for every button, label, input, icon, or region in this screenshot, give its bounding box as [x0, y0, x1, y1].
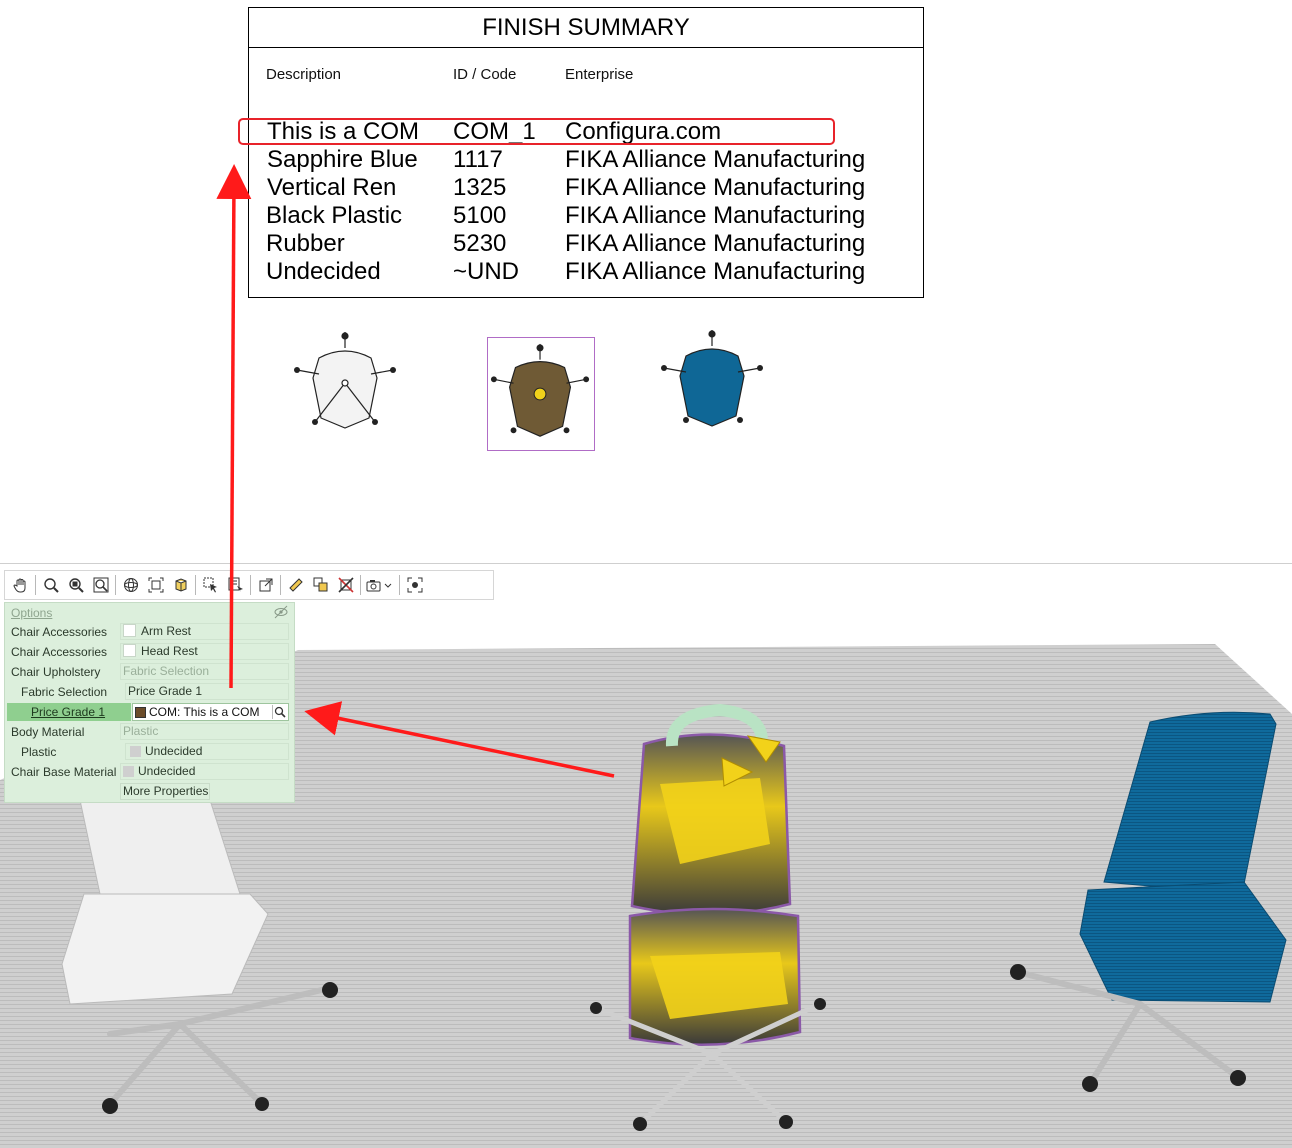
com-swatch-icon: [135, 707, 146, 718]
search-icon[interactable]: [272, 705, 287, 719]
row-id: 5230: [453, 230, 507, 257]
toolbar-separator: [35, 575, 36, 595]
row-description: Sapphire Blue: [267, 146, 418, 173]
finish-summary-table: FINISH SUMMARY Description ID / Code Ent…: [248, 7, 924, 298]
toolbar-separator: [399, 575, 400, 595]
summary-row: Vertical Ren 1325 FIKA Alliance Manufact…: [249, 174, 923, 202]
option-row-price-grade: Price Grade 1 COM: This is a COM: [5, 702, 294, 722]
brown-chair-thumbnail[interactable]: [487, 337, 595, 451]
option-row-upholstery: Chair Upholstery Fabric Selection: [5, 662, 294, 682]
fabric-selection-field: Fabric Selection: [120, 663, 289, 680]
option-row-plastic: Plastic Undecided: [5, 742, 294, 762]
row-enterprise: FIKA Alliance Manufacturing: [565, 174, 866, 201]
row-id: 5100: [453, 202, 507, 229]
zoom-window-icon[interactable]: [63, 573, 88, 597]
delete-icon[interactable]: [333, 573, 358, 597]
toolbar-separator: [195, 575, 196, 595]
row-id: 1325: [453, 174, 507, 201]
option-label: Body Material: [11, 725, 85, 739]
price-grade-label-selected[interactable]: Price Grade 1: [7, 703, 131, 721]
fit-selection-icon[interactable]: [143, 573, 168, 597]
summary-row: Sapphire Blue 1117 FIKA Alliance Manufac…: [249, 146, 923, 174]
arm-rest-checkbox-field[interactable]: Arm Rest: [120, 623, 289, 640]
options-header[interactable]: Options: [11, 606, 52, 620]
option-value: Arm Rest: [141, 624, 192, 638]
option-row-body-material: Body Material Plastic: [5, 722, 294, 742]
toolbar-separator: [280, 575, 281, 595]
arm-rest-checkbox[interactable]: [123, 624, 136, 637]
focus-icon[interactable]: [402, 573, 427, 597]
orbit-icon[interactable]: [118, 573, 143, 597]
row-enterprise: FIKA Alliance Manufacturing: [565, 146, 866, 173]
com-value-field[interactable]: COM: This is a COM: [132, 703, 289, 721]
option-label: Chair Base Material: [11, 765, 117, 779]
measure-icon[interactable]: [283, 573, 308, 597]
option-row-more: More Properties: [5, 782, 294, 802]
option-value: Undecided: [138, 764, 196, 778]
com-row-highlight: [238, 118, 835, 145]
header-enterprise: Enterprise: [565, 66, 634, 83]
option-value: Head Rest: [141, 644, 198, 658]
camera-icon[interactable]: [363, 573, 397, 597]
view-toolbar: [4, 570, 494, 600]
zoom-icon[interactable]: [38, 573, 63, 597]
price-grade-dropdown[interactable]: Price Grade 1: [125, 683, 289, 700]
white-chair-thumbnail[interactable]: [291, 328, 399, 442]
option-row-fabric-selection: Fabric Selection Price Grade 1: [5, 682, 294, 702]
options-panel: Options Chair Accessories Arm Rest Chair…: [4, 602, 295, 803]
head-rest-checkbox[interactable]: [123, 644, 136, 657]
plastic-field: Plastic: [120, 723, 289, 740]
row-description: Vertical Ren: [267, 174, 397, 201]
toolbar-separator: [360, 575, 361, 595]
option-row-arm-rest: Chair Accessories Arm Rest: [5, 622, 294, 642]
row-enterprise: FIKA Alliance Manufacturing: [565, 230, 866, 257]
option-label: Chair Upholstery: [11, 665, 101, 679]
select-filter-icon[interactable]: [223, 573, 248, 597]
head-rest-checkbox-field[interactable]: Head Rest: [120, 643, 289, 660]
header-description: Description: [266, 66, 342, 83]
more-properties-button[interactable]: More Properties: [120, 783, 210, 800]
row-enterprise: FIKA Alliance Manufacturing: [565, 202, 866, 229]
hand-icon[interactable]: [8, 573, 33, 597]
summary-row: Black Plastic 5100 FIKA Alliance Manufac…: [249, 202, 923, 230]
row-description: Undecided: [266, 258, 381, 285]
option-label: Chair Accessories: [11, 645, 108, 659]
summary-row: Rubber 5230 FIKA Alliance Manufacturing: [249, 230, 923, 258]
row-description: Black Plastic: [266, 202, 403, 229]
header-id-code: ID / Code: [453, 66, 517, 83]
summary-title: FINISH SUMMARY: [249, 8, 923, 48]
view-cube-icon[interactable]: [168, 573, 193, 597]
toolbar-separator: [250, 575, 251, 595]
summary-row: Undecided ~UND FIKA Alliance Manufacturi…: [249, 258, 923, 286]
toolbar-separator: [115, 575, 116, 595]
copy-icon[interactable]: [308, 573, 333, 597]
option-row-base-material: Chair Base Material Undecided: [5, 762, 294, 782]
option-value: COM: This is a COM: [149, 705, 260, 719]
undecided-swatch: [123, 766, 134, 777]
row-id: 1117: [453, 146, 503, 173]
stretch-icon[interactable]: [253, 573, 278, 597]
option-value: Undecided: [145, 744, 203, 758]
blue-chair-thumbnail[interactable]: [658, 326, 766, 440]
select-arrow-icon[interactable]: [198, 573, 223, 597]
option-label: Plastic: [21, 745, 57, 759]
row-description: Rubber: [266, 230, 345, 257]
row-enterprise: FIKA Alliance Manufacturing: [565, 258, 866, 285]
zoom-extents-icon[interactable]: [88, 573, 113, 597]
plastic-undecided-field[interactable]: Undecided: [125, 743, 289, 760]
hide-options-icon[interactable]: [273, 605, 289, 619]
undecided-swatch: [130, 746, 141, 757]
option-label: Fabric Selection: [21, 685, 108, 699]
option-label: Chair Accessories: [11, 625, 108, 639]
option-row-head-rest: Chair Accessories Head Rest: [5, 642, 294, 662]
row-id: ~UND: [453, 258, 520, 285]
base-undecided-field[interactable]: Undecided: [120, 763, 289, 780]
